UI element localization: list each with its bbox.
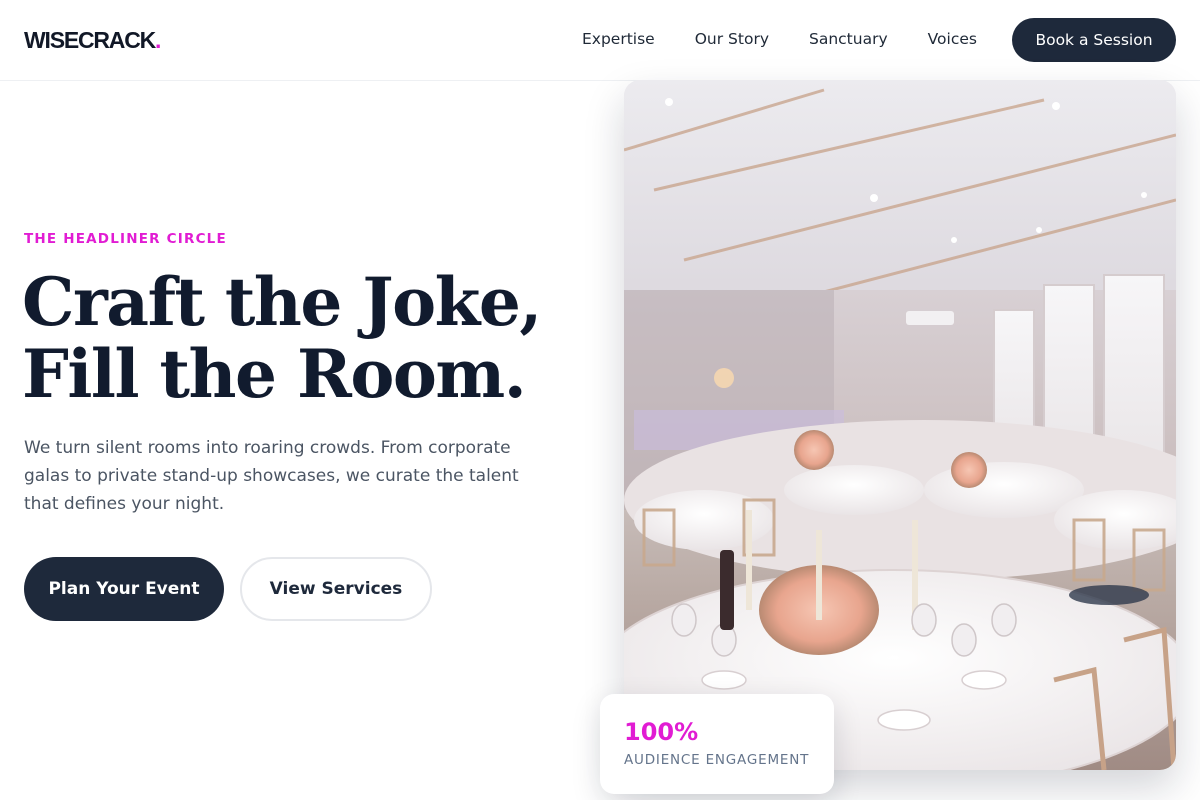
site-header: WISECRACK. Expertise Our Story Sanctuary… <box>0 0 1200 81</box>
brand-dot: . <box>155 27 161 53</box>
engagement-stat-card: 100% AUDIENCE ENGAGEMENT <box>600 694 834 794</box>
headline-line-2: Fill the Room. <box>22 335 527 413</box>
brand-logo[interactable]: WISECRACK. <box>24 27 161 54</box>
banquet-hall-illustration <box>624 80 1176 770</box>
stat-label: AUDIENCE ENGAGEMENT <box>624 752 810 768</box>
hero-headline: Craft the Joke, Fill the Room. <box>22 266 582 410</box>
book-session-button[interactable]: Book a Session <box>1012 18 1176 62</box>
nav-item-voices[interactable]: Voices <box>928 30 977 48</box>
hero-description: We turn silent rooms into roaring crowds… <box>24 438 519 514</box>
banquet-hall-image <box>624 80 1176 770</box>
nav-item-sanctuary[interactable]: Sanctuary <box>809 30 888 48</box>
main-nav: Expertise Our Story Sanctuary Voices <box>582 30 1017 48</box>
stat-value: 100% <box>624 718 699 746</box>
view-services-button[interactable]: View Services <box>240 557 432 621</box>
plan-event-button[interactable]: Plan Your Event <box>24 557 224 621</box>
nav-item-our-story[interactable]: Our Story <box>695 30 769 48</box>
headline-line-1: Craft the Joke, <box>22 263 542 341</box>
hero-eyebrow: THE HEADLINER CIRCLE <box>24 231 227 247</box>
nav-item-expertise[interactable]: Expertise <box>582 30 655 48</box>
brand-name: WISECRACK <box>24 27 156 53</box>
